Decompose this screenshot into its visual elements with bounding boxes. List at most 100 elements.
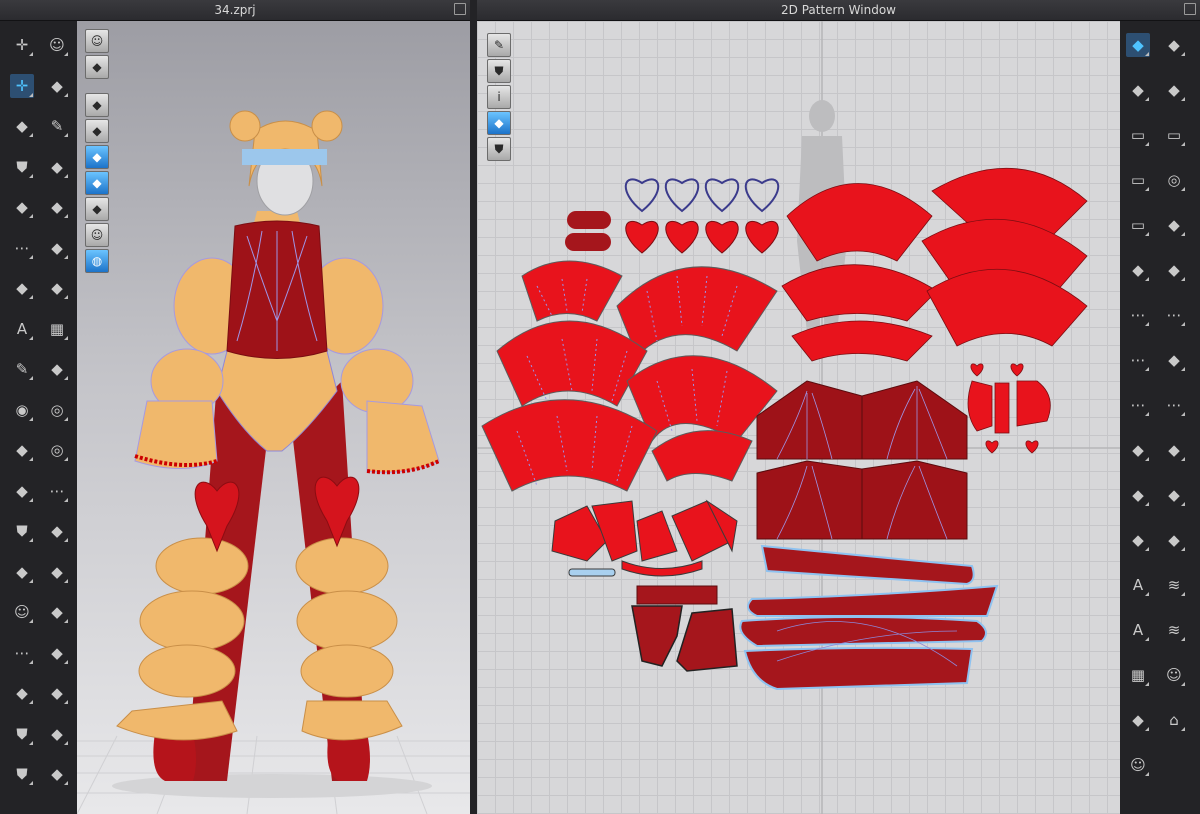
elastic-icon[interactable]: ≋ xyxy=(1162,573,1186,597)
translate-gizmo-icon[interactable]: ✛ xyxy=(10,73,34,98)
check-sew-icon[interactable]: ⋯ xyxy=(1162,393,1186,417)
maximize-2d-icon[interactable] xyxy=(1184,3,1196,15)
strain-map-icon[interactable]: ◆ xyxy=(85,145,109,169)
avatar-move-icon[interactable]: ✛ xyxy=(10,33,34,57)
polygon-icon[interactable]: ▭ xyxy=(1126,123,1150,147)
mesh-view-icon[interactable]: ◆ xyxy=(85,119,109,143)
transform-pattern-icon[interactable]: ◆ xyxy=(1126,33,1150,57)
thickness-icon[interactable]: ◆ xyxy=(85,197,109,221)
add-point-icon[interactable]: ◆ xyxy=(1162,78,1186,102)
fabric-icon[interactable]: ◆ xyxy=(10,479,34,503)
trace-icon[interactable]: ◆ xyxy=(1126,258,1150,282)
button-icon[interactable]: ◎ xyxy=(45,398,69,422)
layer-icon[interactable]: ◆ xyxy=(45,560,69,584)
panel-divider[interactable] xyxy=(470,0,477,814)
tack-icon[interactable]: ◆ xyxy=(45,155,69,179)
iron-icon[interactable]: ◆ xyxy=(1162,258,1186,282)
circle-icon[interactable]: ◎ xyxy=(1162,168,1186,192)
brief-waist xyxy=(636,585,718,605)
edit-tool-icon[interactable]: ◆ xyxy=(10,438,34,462)
notch-icon[interactable]: ◆ xyxy=(1126,483,1150,507)
tuck-icon[interactable]: ◆ xyxy=(1162,348,1186,372)
fabric-render-icon[interactable]: ◆ xyxy=(85,171,109,195)
avatar-2d-icon[interactable]: ☺ xyxy=(1126,753,1150,777)
avatar-size-icon[interactable]: ☺ xyxy=(10,600,34,624)
fold-arrange-icon[interactable]: ◆ xyxy=(10,195,34,219)
ruler-icon[interactable]: ◆ xyxy=(10,681,34,705)
shrinkage-icon[interactable]: ◆ xyxy=(45,681,69,705)
curve-point-icon[interactable]: ◆ xyxy=(1126,78,1150,102)
3d-garment-viewport[interactable]: ☺ ◆ ◆ ◆ ◆ ◆ ◆ ☺ ◍ xyxy=(77,21,470,814)
garment-view-icon[interactable]: ◆ xyxy=(85,93,109,117)
internal-rect-icon[interactable]: ▭ xyxy=(1126,213,1150,237)
pants-icon[interactable]: ◆ xyxy=(10,560,34,584)
gift-icon[interactable]: ⌂ xyxy=(1162,708,1186,732)
select-mesh-icon[interactable]: ◆ xyxy=(10,114,34,138)
submenu-indicator xyxy=(29,416,33,421)
avatar-render-icon[interactable]: ☺ xyxy=(85,29,109,53)
walk-animation-icon[interactable]: ☺ xyxy=(45,33,69,57)
seam-allowance-icon[interactable]: ◆ xyxy=(1162,483,1186,507)
fitting-suit-icon[interactable]: ◆ xyxy=(45,600,69,624)
text-edit-icon[interactable]: A xyxy=(1126,618,1150,642)
internal-polygon-icon[interactable]: ▭ xyxy=(1126,168,1150,192)
graduation-icon[interactable]: ◆ xyxy=(45,641,69,665)
text-add-icon[interactable]: A xyxy=(1126,573,1150,597)
eye-hide-icon[interactable]: ◉ xyxy=(10,398,34,422)
tshirt-2d-icon[interactable]: ⛊ xyxy=(487,59,511,83)
dress-icon[interactable]: ⛊ xyxy=(10,722,34,746)
fold-tool-icon[interactable]: ◆ xyxy=(45,195,69,219)
globe-icon[interactable]: ◍ xyxy=(85,249,109,273)
rectangle-icon[interactable]: ▭ xyxy=(1162,123,1186,147)
pin-icon[interactable]: ◆ xyxy=(45,74,69,98)
binding-icon[interactable]: ◆ xyxy=(1126,528,1150,552)
submenu-indicator xyxy=(1181,97,1185,101)
3d-toolbar: ✛ ☺ ✛ ◆ ◆ ✎ ⛊ ◆ ◆ ◆ ⋯ ◆ ◆ ◆ A ▦ ✎ ◆ ◉ ◎ ◆ ◎ ◆ ⋯ ⛊ ◆ ◆ ◆ ☺ ◆ ⋯ ◆ ◆ ◆ ⛊ ◆ ⛊ ◆ xyxy=(0,21,77,814)
info-icon[interactable]: i xyxy=(487,85,511,109)
zigzag-icon[interactable]: ≋ xyxy=(1162,618,1186,642)
line-sew-icon[interactable]: ⋯ xyxy=(1126,348,1150,372)
submenu-indicator xyxy=(1145,322,1149,326)
maximize-3d-icon[interactable] xyxy=(454,3,466,15)
puppet-icon[interactable]: ☺ xyxy=(1162,663,1186,687)
hanger-icon[interactable]: ◆ xyxy=(45,762,69,786)
measure-tape-icon[interactable]: ⋯ xyxy=(10,641,34,665)
zipper-icon[interactable]: ◆ xyxy=(45,276,69,300)
topstitch-icon[interactable]: ⋯ xyxy=(45,479,69,503)
pattern-copy-icon[interactable]: ◆ xyxy=(1126,708,1150,732)
sleeve-fan-pieces xyxy=(481,260,778,492)
submenu-indicator xyxy=(64,52,68,56)
texture-icon[interactable]: A xyxy=(10,317,34,341)
free-sew-icon[interactable]: ⋯ xyxy=(1162,303,1186,327)
shirt-icon[interactable]: ⛊ xyxy=(10,519,34,543)
edit-point-icon[interactable]: ◆ xyxy=(1162,33,1186,57)
submenu-indicator xyxy=(64,497,68,502)
dart-icon[interactable]: ◆ xyxy=(1162,213,1186,237)
submenu-indicator xyxy=(1181,682,1185,686)
puckering-icon[interactable]: ◆ xyxy=(45,519,69,543)
lock-tshirt-icon[interactable]: ⛊ xyxy=(487,137,511,161)
submenu-indicator xyxy=(1145,412,1149,416)
sync-icon[interactable]: ◆ xyxy=(45,236,69,260)
fabric-2d-icon[interactable]: ◆ xyxy=(487,111,511,135)
segment-sew-icon[interactable]: ⋯ xyxy=(1126,303,1150,327)
brush-icon[interactable]: ✎ xyxy=(45,114,69,138)
2d-pattern-canvas[interactable]: ✎ ⛊ i ◆ ⛊ xyxy=(477,21,1120,814)
gather-icon[interactable]: ◆ xyxy=(1162,528,1186,552)
fold-icon[interactable]: ◆ xyxy=(1162,438,1186,462)
grid-icon[interactable]: ▦ xyxy=(1126,663,1150,687)
avatar-show-icon[interactable]: ☺ xyxy=(85,223,109,247)
pen-icon[interactable]: ✎ xyxy=(10,357,34,381)
trim-icon[interactable]: ◆ xyxy=(45,722,69,746)
edit-sew-icon[interactable]: ⋯ xyxy=(1126,393,1150,417)
tshirt-select-icon[interactable]: ⛊ xyxy=(10,155,34,179)
steam-icon[interactable]: ◆ xyxy=(10,276,34,300)
measure-icon[interactable]: ⋯ xyxy=(10,236,34,260)
pleat-icon[interactable]: ◆ xyxy=(1126,438,1150,462)
jacket-icon[interactable]: ⛊ xyxy=(10,762,34,786)
graphic-icon[interactable]: ◆ xyxy=(45,357,69,381)
garment-display-icon[interactable]: ◆ xyxy=(85,55,109,79)
pattern-grid-icon[interactable]: ▦ xyxy=(45,317,69,341)
wand-icon[interactable]: ✎ xyxy=(487,33,511,57)
buttonhole-icon[interactable]: ◎ xyxy=(45,438,69,462)
